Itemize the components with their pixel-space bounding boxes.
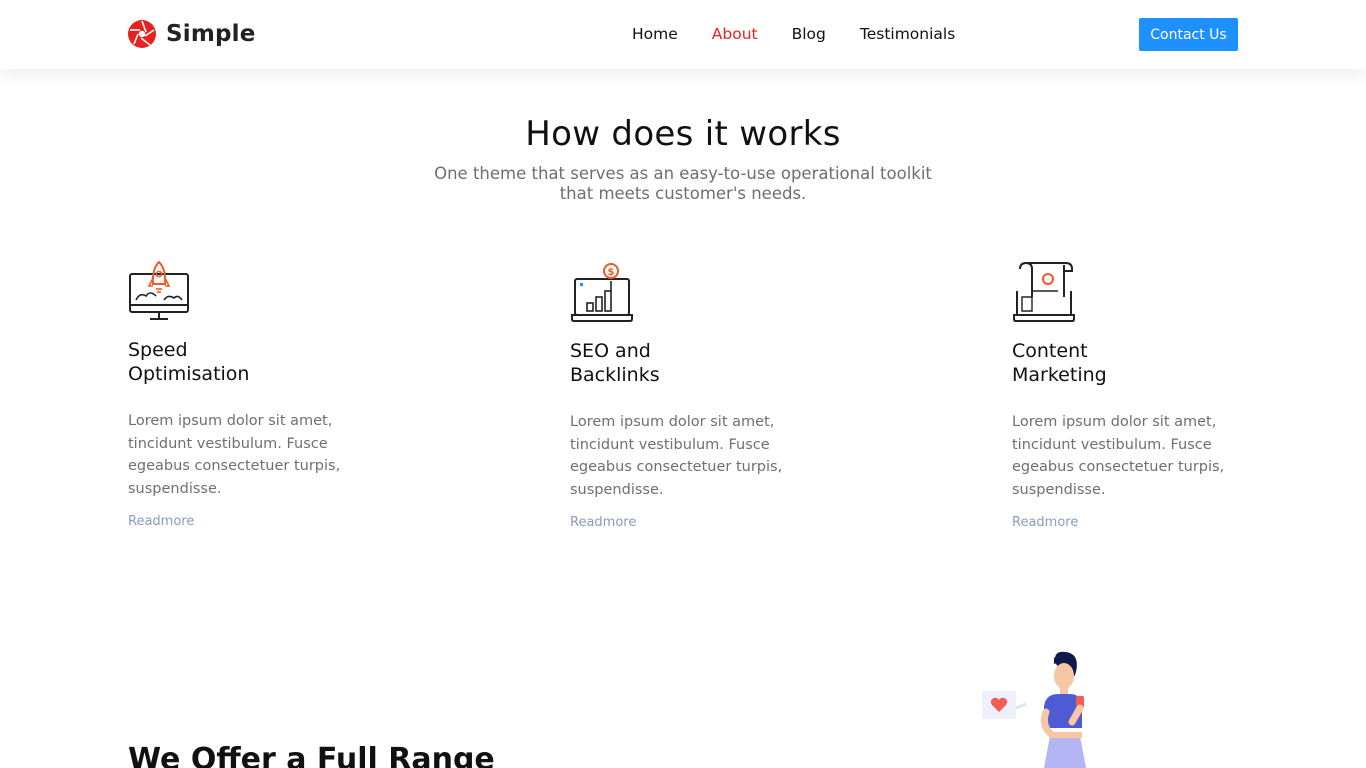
- feature-title-line-1: Speed: [128, 339, 188, 361]
- site-header: Simple Home About Blog Testimonials Cont…: [0, 0, 1366, 69]
- feature-description: Lorem ipsum dolor sit amet, tincidunt ve…: [1012, 414, 1225, 498]
- nav-home[interactable]: Home: [632, 24, 678, 44]
- brand-name: Simple: [166, 21, 256, 47]
- feature-description: Lorem ipsum dolor sit amet, tincidunt ve…: [570, 414, 783, 498]
- feature-card-speed: Speed Optimisation Lorem ipsum dolor sit…: [128, 260, 388, 529]
- feature-description: Lorem ipsum dolor sit amet, tincidunt ve…: [128, 413, 341, 497]
- feature-card-seo: $ SEO and Backlinks Lorem ipsum dolor si…: [570, 261, 830, 530]
- nav-testimonials[interactable]: Testimonials: [860, 24, 955, 44]
- brand-logo[interactable]: Simple: [127, 19, 256, 49]
- feature-title-line-1: SEO and: [570, 340, 651, 362]
- subtitle-line-2: that meets customer's needs.: [559, 184, 807, 203]
- readmore-link[interactable]: Readmore: [128, 514, 194, 529]
- content-scroll-laptop-icon: [1013, 262, 1075, 322]
- feature-title: Content Marketing: [1012, 339, 1162, 387]
- seo-chart-laptop-icon: $: [571, 263, 633, 322]
- feature-title-line-2: Marketing: [1012, 364, 1107, 386]
- feature-title-line-2: Optimisation: [128, 363, 250, 385]
- contact-us-button[interactable]: Contact Us: [1139, 18, 1238, 51]
- feature-card-content: Content Marketing Lorem ipsum dolor sit …: [1012, 261, 1272, 530]
- main-nav: Home About Blog Testimonials: [632, 24, 989, 44]
- nav-blog[interactable]: Blog: [792, 24, 826, 44]
- readmore-link[interactable]: Readmore: [570, 515, 636, 530]
- feature-title: Speed Optimisation: [128, 338, 278, 386]
- section-title: How does it works: [525, 114, 841, 154]
- section-subtitle: One theme that serves as an easy-to-use …: [383, 164, 983, 204]
- woman-with-phone-illustration: [982, 651, 1086, 768]
- offer-section-title: We Offer a Full Range: [128, 742, 495, 768]
- rocket-monitor-icon: [129, 260, 189, 320]
- subtitle-line-1: One theme that serves as an easy-to-use …: [434, 164, 932, 183]
- svg-text:$: $: [608, 267, 615, 278]
- readmore-link[interactable]: Readmore: [1012, 515, 1078, 530]
- feature-title-line-2: Backlinks: [570, 364, 660, 386]
- feature-title-line-1: Content: [1012, 340, 1088, 362]
- shutter-logo-icon: [128, 20, 156, 48]
- feature-title: SEO and Backlinks: [570, 339, 720, 387]
- nav-about[interactable]: About: [712, 24, 758, 44]
